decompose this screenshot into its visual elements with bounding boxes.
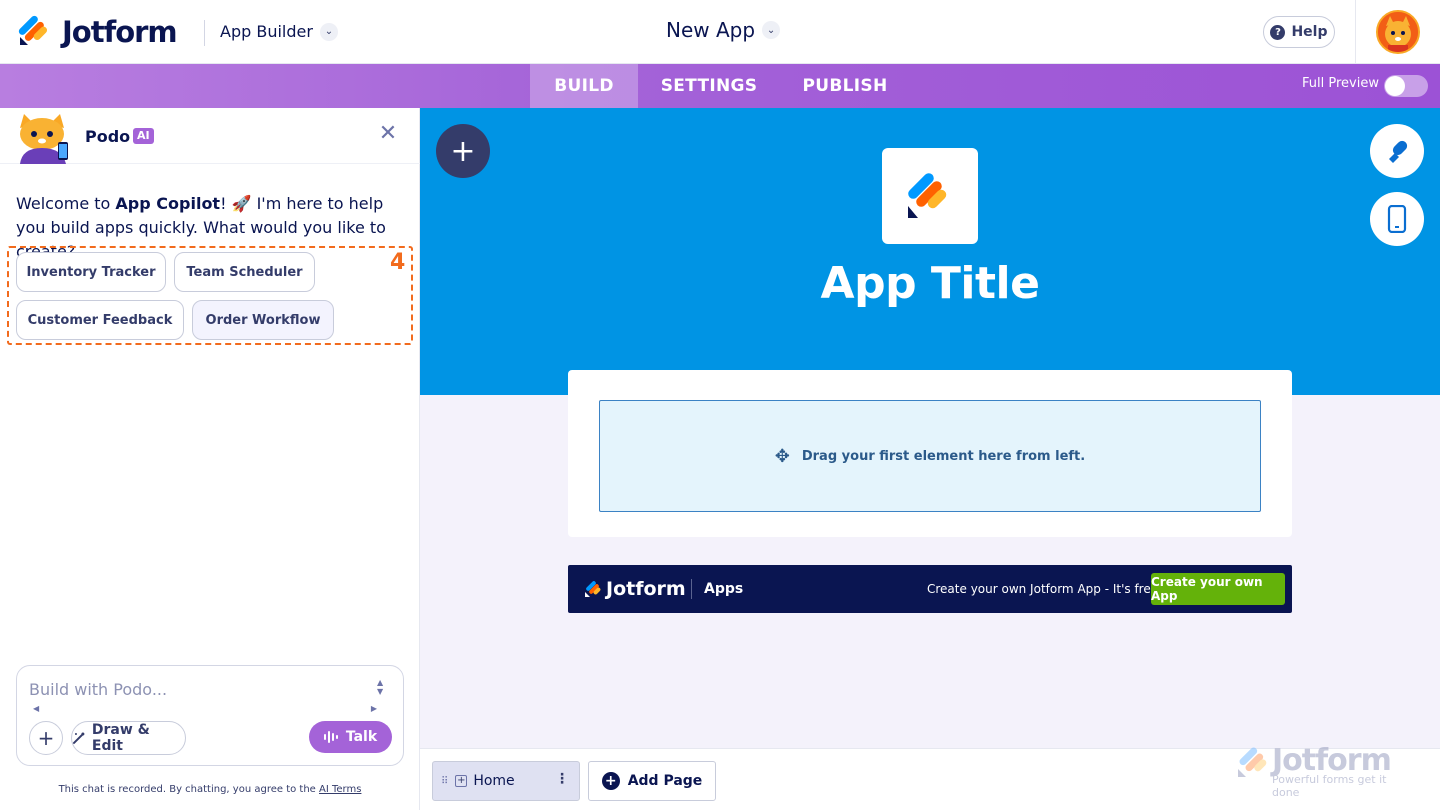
app-canvas: + App Title ✥ Drag your first element he… <box>420 108 1440 748</box>
dropzone-text: Drag your first element here from left. <box>801 448 1086 464</box>
suggestion-chip[interactable]: Team Scheduler <box>174 252 315 292</box>
disclaimer-text: This chat is recorded. By chatting, you … <box>58 784 320 795</box>
ai-terms-link[interactable]: AI Terms <box>319 784 361 795</box>
assistant-header: Podo AI ✕ <box>0 108 420 164</box>
scroll-arrows-icon[interactable]: ▲ ▼ <box>377 678 383 696</box>
scroll-right-icon[interactable]: ▶ <box>371 704 377 713</box>
watermark-tagline: Powerful forms get it done <box>1272 773 1387 799</box>
jotform-logo-icon <box>585 581 601 597</box>
suggestion-chip[interactable]: Inventory Tracker <box>16 252 166 292</box>
annotation-number: 4 <box>390 250 406 275</box>
pages-bar: ⠿ + Home ⋮ + Add Page Jotform Powerful f… <box>420 743 1440 810</box>
drag-handle-icon[interactable]: ⠿ <box>441 776 448 787</box>
paint-roller-icon <box>1389 140 1408 163</box>
suggestion-chip[interactable]: Customer Feedback <box>16 300 184 340</box>
app-icon[interactable] <box>882 148 978 244</box>
add-element-button[interactable]: + <box>436 124 490 178</box>
jotform-logo[interactable]: Jotform <box>18 15 178 49</box>
jotform-apps-banner: Jotform Apps Create your own Jotform App… <box>568 565 1292 613</box>
jotform-logo-icon <box>1238 747 1267 777</box>
app-title[interactable]: App Title <box>420 258 1440 309</box>
mobile-phone-icon <box>1387 205 1407 233</box>
attach-button[interactable]: + <box>29 721 63 755</box>
home-page-icon: + <box>455 775 468 787</box>
assistant-name: Podo <box>85 127 131 146</box>
chat-input[interactable]: Build with Podo... <box>29 680 167 699</box>
move-icon: ✥ <box>774 445 790 467</box>
banner-tagline: Create your own Jotform App - It's free <box>927 582 1159 596</box>
jotform-watermark: Jotform Powerful forms get it done <box>1236 743 1416 799</box>
ai-assistant-panel: Podo AI ✕ Welcome to App Copilot! 🚀 I'm … <box>0 108 420 810</box>
create-app-button[interactable]: Create your own App <box>1151 573 1285 605</box>
banner-divider <box>691 579 692 599</box>
help-label: Help <box>1291 24 1328 40</box>
tab-publish[interactable]: PUBLISH <box>790 64 900 108</box>
plus-icon: + <box>37 726 55 750</box>
add-page-label: Add Page <box>627 773 703 789</box>
tab-build[interactable]: BUILD <box>530 64 638 108</box>
banner-logo[interactable]: Jotform <box>584 578 686 600</box>
close-icon[interactable]: ✕ <box>378 123 398 145</box>
header-divider <box>1355 0 1356 64</box>
toggle-knob <box>1385 76 1405 96</box>
full-preview-toggle[interactable] <box>1384 75 1428 97</box>
page-label: Home <box>473 773 515 789</box>
soundwave-icon <box>323 731 338 743</box>
question-icon: ? <box>1270 24 1286 40</box>
header-divider <box>204 20 205 46</box>
mobile-preview-button[interactable] <box>1370 192 1424 246</box>
app-header-section[interactable]: + App Title <box>420 108 1440 395</box>
magic-wand-icon <box>72 732 85 744</box>
product-switcher[interactable]: App Builder ⌄ <box>220 22 338 41</box>
plus-icon: + <box>601 772 620 790</box>
chevron-down-icon: ⌄ <box>319 22 338 41</box>
chat-disclaimer: This chat is recorded. By chatting, you … <box>0 784 420 795</box>
product-label: App Builder <box>220 22 313 41</box>
add-page-button[interactable]: + Add Page <box>588 761 716 801</box>
suggestion-chip[interactable]: Order Workflow <box>192 300 334 340</box>
plus-icon: + <box>450 133 476 169</box>
top-header: Jotform App Builder ⌄ New App ⌄ ? Help <box>0 0 1440 64</box>
app-name-label: New App <box>666 18 756 42</box>
chevron-down-icon: ⌄ <box>762 21 781 39</box>
cat-avatar-icon <box>1378 12 1418 52</box>
brand-name: Jotform <box>62 15 178 49</box>
welcome-text-bold: App Copilot <box>115 194 221 213</box>
page-tab-home[interactable]: ⠿ + Home ⋮ <box>432 761 580 801</box>
draw-edit-button[interactable]: Draw & Edit <box>71 721 186 755</box>
jotform-logo-icon <box>18 15 48 45</box>
horizontal-scrollbar[interactable]: ◀ ▶ <box>33 704 377 714</box>
talk-button[interactable]: Talk <box>309 721 392 753</box>
chat-composer: Build with Podo... ▲ ▼ ◀ ▶ + Draw & Edit … <box>16 665 404 766</box>
talk-label: Talk <box>345 729 378 745</box>
help-button[interactable]: ? Help <box>1263 16 1335 48</box>
ai-badge: AI <box>133 128 154 144</box>
full-preview-label: Full Preview <box>1302 76 1379 91</box>
theme-button[interactable] <box>1370 124 1424 178</box>
banner-brand: Jotform <box>606 578 686 600</box>
app-name-switcher[interactable]: New App ⌄ <box>666 18 781 42</box>
tab-settings[interactable]: SETTINGS <box>648 64 770 108</box>
element-dropzone[interactable]: ✥ Drag your first element here from left… <box>599 400 1261 512</box>
page-content-card: ✥ Drag your first element here from left… <box>568 370 1292 537</box>
banner-apps-label: Apps <box>704 581 744 597</box>
user-avatar[interactable] <box>1376 10 1420 54</box>
welcome-text-pre: Welcome to <box>16 194 116 213</box>
draw-edit-label: Draw & Edit <box>91 722 150 754</box>
jotform-logo-icon <box>908 173 947 218</box>
more-options-icon[interactable]: ⋮ <box>555 771 569 787</box>
podo-mascot-icon <box>20 114 68 164</box>
scroll-left-icon[interactable]: ◀ <box>33 704 39 713</box>
builder-nav: BUILD SETTINGS PUBLISH Full Preview <box>0 64 1440 108</box>
